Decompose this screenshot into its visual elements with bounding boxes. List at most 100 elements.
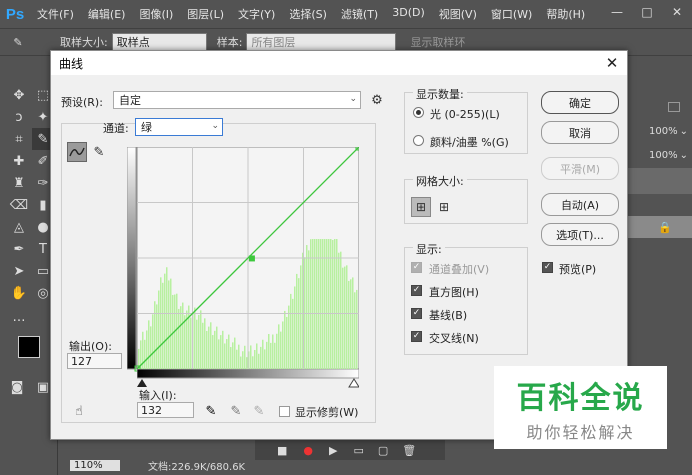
menu-item[interactable]: 文件(F) (30, 6, 81, 22)
gray-eyedropper-icon[interactable]: ✎ (226, 401, 246, 421)
histogram-bar (356, 289, 358, 369)
blur-icon[interactable]: ◬ (8, 216, 30, 238)
layer-row[interactable] (628, 168, 692, 194)
curve-point-selected[interactable] (248, 255, 255, 262)
quick-mask-icon[interactable]: ◙ (6, 376, 28, 398)
eyedropper-icon[interactable]: ✎ (0, 36, 36, 49)
histogram-bar (242, 351, 244, 369)
dialog-close-button[interactable]: ✕ (597, 51, 627, 75)
show-ring-label[interactable]: 显示取样环 (410, 34, 465, 50)
draw-pencil-icon[interactable]: ✎ (89, 142, 109, 162)
menu-item[interactable]: 滤镜(T) (334, 6, 385, 22)
histogram-bar (306, 245, 308, 369)
background-layer-row[interactable]: 🔒 (628, 216, 692, 238)
watermark-subtitle: 助你轻松解决 (526, 422, 635, 442)
channel-select[interactable]: 绿 ⌄ (135, 118, 223, 136)
curve-graph[interactable] (127, 147, 359, 384)
new-action-icon[interactable]: ▢ (378, 444, 388, 457)
light-radio[interactable] (413, 107, 424, 118)
ok-button[interactable]: 确定 (541, 91, 619, 114)
histogram-bar (208, 326, 210, 369)
chevron-down-icon: ⌄ (349, 94, 357, 104)
histogram-bar (202, 322, 204, 369)
menu-item[interactable]: 选择(S) (282, 6, 334, 22)
sample-select[interactable]: 所有图层 (246, 33, 397, 51)
detailed-grid-icon[interactable]: ⊞ (434, 197, 454, 217)
hand-icon[interactable]: ✋ (8, 282, 30, 304)
fill-value[interactable]: 100% (649, 150, 678, 161)
foreground-color-swatch[interactable] (18, 336, 40, 358)
histogram-bar (260, 346, 262, 369)
output-label: 输出(O): (69, 340, 112, 353)
simple-grid-icon[interactable]: ⊞ (411, 197, 431, 217)
stop-icon[interactable]: ■ (277, 444, 287, 457)
menu-item[interactable]: 编辑(E) (81, 6, 133, 22)
black-eyedropper-icon[interactable]: ✎ (201, 401, 221, 421)
histogram-bar (188, 305, 190, 369)
preview-checkbox[interactable]: ✓ (542, 262, 553, 273)
record-icon[interactable]: ● (303, 444, 313, 457)
menu-item[interactable]: 图层(L) (180, 6, 231, 22)
auto-button[interactable]: 自动(A) (541, 193, 619, 216)
panel-toggle-icon[interactable] (668, 102, 680, 112)
cancel-button[interactable]: 取消 (541, 121, 619, 144)
histogram-bar (148, 320, 150, 369)
histogram-bar (214, 330, 216, 369)
pigment-radio[interactable] (413, 135, 424, 146)
menu-item[interactable]: 图像(I) (132, 6, 180, 22)
output-gradient-bar (127, 147, 137, 370)
histogram-bar (286, 316, 288, 369)
trash-icon[interactable]: 🗑 (402, 444, 416, 457)
minimize-button[interactable]: — (602, 0, 632, 24)
menu-item[interactable]: 帮助(H) (539, 6, 592, 22)
edit-points-curve-icon[interactable] (67, 142, 87, 162)
white-eyedropper-icon[interactable]: ✎ (249, 401, 269, 421)
histogram-bar (332, 239, 334, 369)
new-set-icon[interactable]: ▭ (353, 444, 363, 457)
input-field[interactable]: 132 (137, 402, 194, 418)
sample-size-select[interactable]: 取样点 (111, 33, 207, 51)
output-field[interactable]: 127 (67, 353, 122, 369)
histogram-bar (300, 265, 302, 369)
histogram-bar (282, 321, 284, 369)
menu-item[interactable]: 视图(V) (432, 6, 484, 22)
preset-select[interactable]: 自定 ⌄ (113, 91, 361, 109)
show-clipping-checkbox[interactable] (279, 406, 290, 417)
play-icon[interactable]: ▶ (329, 444, 337, 457)
channel-overlay-checkbox[interactable]: ✓ (411, 262, 422, 273)
opacity-value[interactable]: 100% (649, 126, 678, 137)
histogram-bar (218, 339, 220, 369)
preset-options-gear-icon[interactable]: ⚙ (367, 90, 387, 110)
eraser-icon[interactable]: ⌫ (8, 194, 30, 216)
histogram-bar (146, 330, 148, 369)
histogram-bar (152, 314, 154, 369)
move-icon[interactable]: ✥ (8, 84, 30, 106)
histogram-bar (346, 265, 348, 369)
smooth-button[interactable]: 平滑(M) (541, 157, 619, 180)
crop-icon[interactable]: ⌗ (8, 128, 30, 150)
menu-item[interactable]: 文字(Y) (231, 6, 282, 22)
stamp-icon[interactable]: ♜ (8, 172, 30, 194)
histogram-checkbox[interactable]: ✓ (411, 285, 422, 296)
baseline-checkbox[interactable]: ✓ (411, 308, 422, 319)
panel-icon-row (628, 96, 692, 118)
options-button[interactable]: 选项(T)... (541, 223, 619, 246)
menu-item[interactable]: 3D(D) (385, 6, 432, 22)
lasso-icon[interactable]: ↄ (8, 106, 30, 128)
path-select-icon[interactable]: ➤ (8, 260, 30, 282)
intersection-line-checkbox[interactable]: ✓ (411, 331, 422, 342)
pen-icon[interactable]: ✒ (8, 238, 30, 260)
menu-item[interactable]: 窗口(W) (484, 6, 539, 22)
white-point-slider[interactable] (348, 378, 359, 388)
healing-icon[interactable]: ✚ (8, 150, 30, 172)
histogram-bar (150, 326, 152, 369)
histogram-bar (298, 278, 300, 369)
more-tools-icon[interactable]: … (8, 306, 30, 328)
histogram-bar (182, 302, 184, 369)
maximize-button[interactable]: □ (632, 0, 662, 24)
close-button[interactable]: ✕ (662, 0, 692, 24)
black-point-slider[interactable] (137, 379, 147, 387)
target-adjust-hand-icon[interactable]: ☝ (69, 401, 89, 421)
light-label: 光 (0-255)(L) (430, 108, 500, 121)
zoom-field[interactable]: 110% (70, 459, 120, 471)
